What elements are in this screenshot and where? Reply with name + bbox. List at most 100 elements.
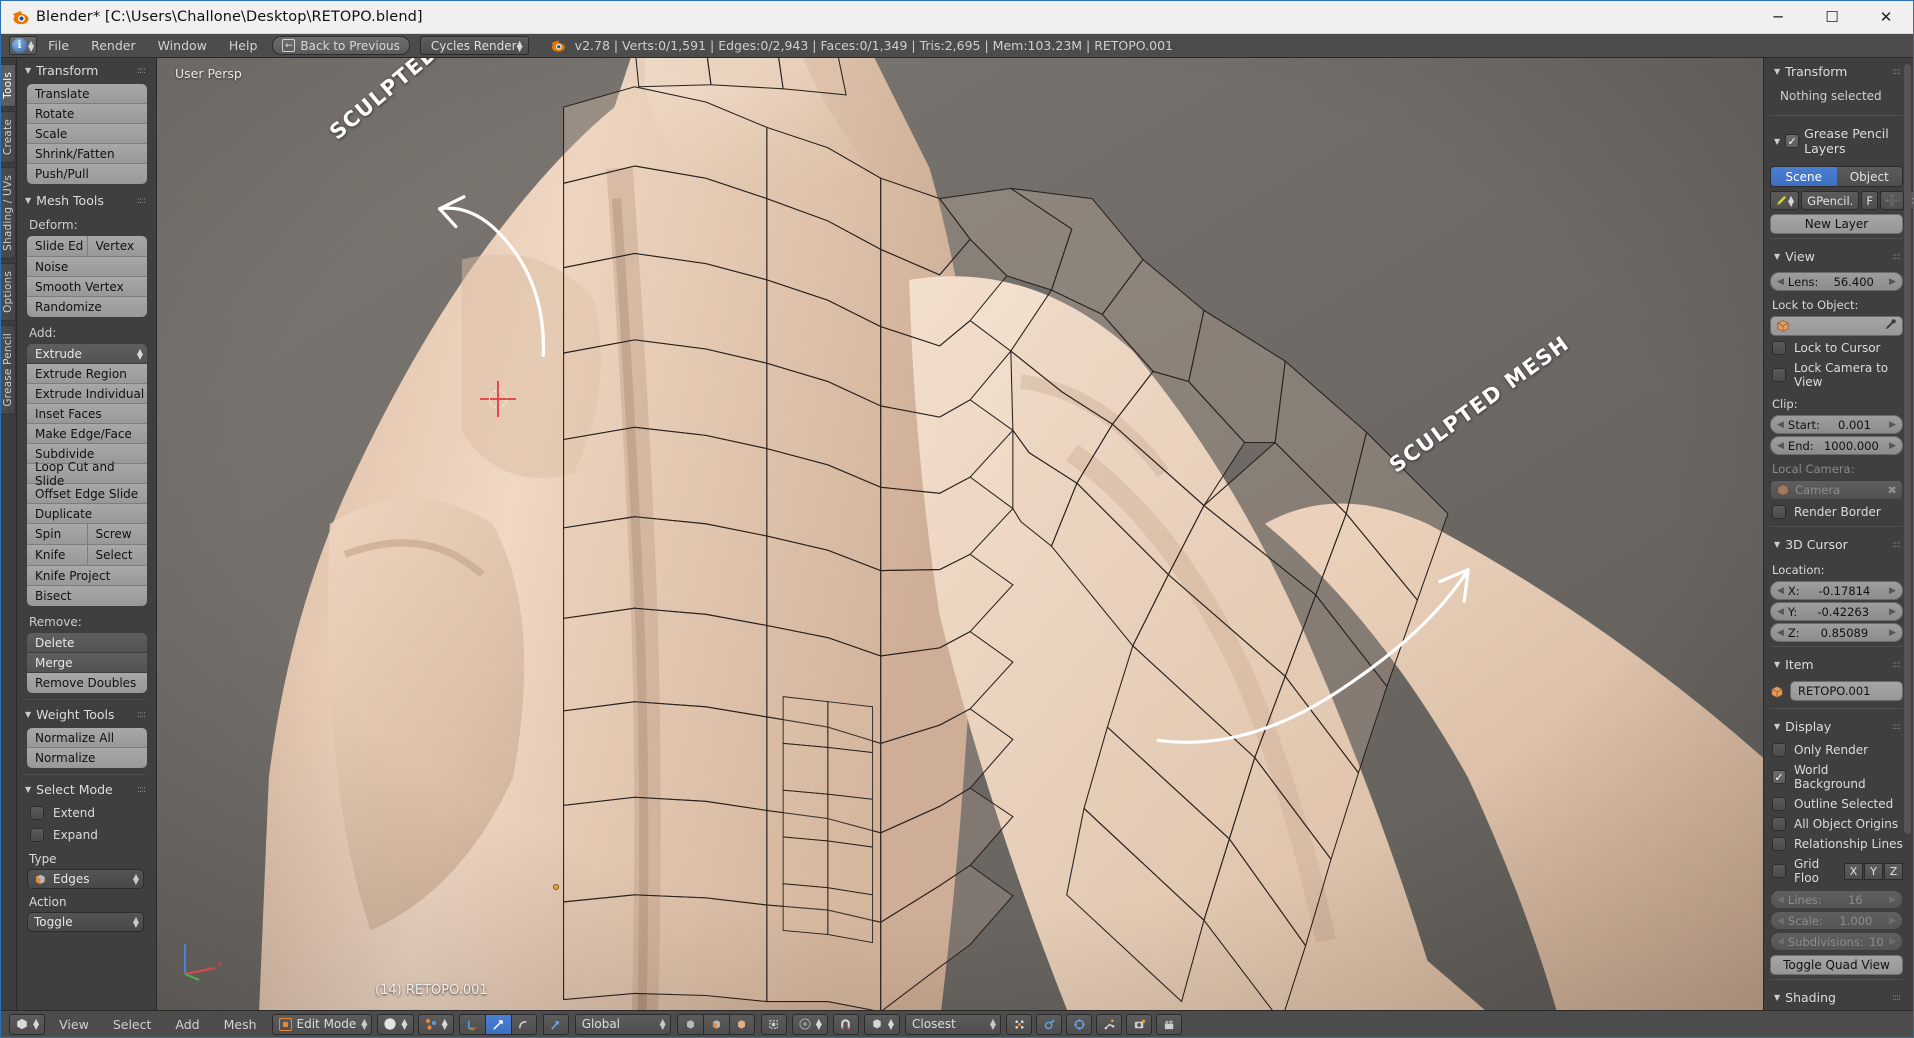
make-edge-face-button[interactable]: Make Edge/Face [27, 424, 147, 444]
pivot-point-icon[interactable] [1066, 1013, 1093, 1035]
expand-checkbox[interactable] [30, 828, 44, 842]
display-panel-header[interactable]: ▼ Display :::: [1770, 713, 1903, 740]
offset-edge-slide-button[interactable]: Offset Edge Slide [27, 484, 147, 504]
extrude-individual-button[interactable]: Extrude Individual [27, 384, 147, 404]
cursor-x-field[interactable]: ◀ X: -0.17814 ▶ [1770, 581, 1903, 600]
knife-button[interactable]: Knife [27, 545, 88, 565]
minimize-button[interactable]: ─ [1751, 1, 1805, 33]
screw-button[interactable]: Screw [87, 524, 147, 544]
lock-to-cursor-checkbox[interactable] [1772, 341, 1786, 355]
extend-checkbox[interactable] [30, 806, 44, 820]
grid-axis-y[interactable]: Y [1864, 862, 1883, 880]
outline-selected-row[interactable]: Outline Selected [1770, 794, 1903, 814]
snap-target-select[interactable]: Closest ▲ ▼ [905, 1013, 1002, 1035]
scale-button[interactable]: Scale [27, 124, 147, 144]
chevron-right-icon[interactable]: ▶ [1889, 895, 1896, 905]
view-panel-header[interactable]: ▼ View :::: [1770, 243, 1903, 270]
render-border-checkbox[interactable] [1772, 505, 1786, 519]
3d-viewport[interactable]: x SCULPTED MESH SCULPTED MESH User Persp… [157, 58, 1763, 1010]
tab-create[interactable]: Create [1, 110, 16, 163]
grid-scale-field[interactable]: ◀ Scale: 1.000 ▶ [1770, 911, 1903, 930]
chevron-left-icon[interactable]: ◀ [1777, 420, 1784, 430]
limit-selection-icon[interactable] [760, 1013, 787, 1035]
local-camera-field[interactable]: Camera ✖ [1770, 480, 1903, 500]
outline-selected-checkbox[interactable] [1772, 797, 1786, 811]
render-view-icon[interactable] [1126, 1013, 1153, 1035]
spin-button[interactable]: Spin [27, 524, 88, 544]
editor-type-selector[interactable]: i ▲ ▼ [9, 36, 38, 55]
menu-help[interactable]: Help [218, 34, 269, 58]
expand-checkbox-row[interactable]: Expand [17, 824, 152, 846]
chevron-right-icon[interactable]: ▶ [1889, 607, 1896, 617]
plus-icon[interactable]: ➕ [1879, 191, 1905, 210]
chevron-right-icon[interactable]: ▶ [1889, 586, 1896, 596]
knife-select-button[interactable]: Select [87, 545, 147, 565]
slide-edge-button[interactable]: Slide Ed [27, 236, 88, 256]
pivot-point-select[interactable]: ▲ ▼ [417, 1013, 454, 1035]
maximize-button[interactable]: ☐ [1805, 1, 1859, 33]
grid-axis-x[interactable]: X [1844, 862, 1863, 880]
chevron-left-icon[interactable]: ◀ [1777, 937, 1784, 947]
manipulator-toggle-icon[interactable] [542, 1013, 569, 1035]
translate-button[interactable]: Translate [27, 84, 147, 104]
viewport-menu-select[interactable]: Select [101, 1011, 164, 1037]
cursor3d-panel-header[interactable]: ▼ 3D Cursor :::: [1770, 531, 1903, 558]
tab-grease-pencil[interactable]: Grease Pencil [1, 324, 16, 415]
chevron-right-icon[interactable]: ▶ [1889, 628, 1896, 638]
toggle-quad-view-button[interactable]: Toggle Quad View [1770, 955, 1903, 975]
new-layer-button[interactable]: New Layer [1770, 214, 1903, 234]
grease-pencil-enable-checkbox[interactable]: ✓ [1785, 134, 1800, 148]
gp-browse-icon[interactable]: ▲ ▼ [1770, 191, 1800, 210]
snap-element-select[interactable]: ▲ ▼ [863, 1013, 901, 1035]
grid-lines-field[interactable]: ◀ Lines: 16 ▶ [1770, 890, 1903, 909]
clip-end-field[interactable]: ◀ End: 1000.000 ▶ [1770, 436, 1903, 455]
transform-panel-header[interactable]: ▼ Transform :::: [1770, 58, 1903, 85]
loop-cut-and-slide-button[interactable]: Loop Cut and Slide [27, 460, 147, 488]
chevron-left-icon[interactable]: ◀ [1777, 607, 1784, 617]
delete-dropdown[interactable]: Delete [27, 633, 147, 653]
vertex-slide-button[interactable]: Vertex [87, 236, 147, 256]
shading-panel-header[interactable]: ▼ Shading :::: [1770, 984, 1903, 1010]
chevron-left-icon[interactable]: ◀ [1777, 441, 1784, 451]
shrink-fatten-button[interactable]: Shrink/Fatten [27, 144, 147, 164]
grid-floor-row[interactable]: Grid Floo X Y Z [1770, 854, 1903, 888]
gp-scope-scene[interactable]: Scene [1771, 167, 1837, 186]
chevron-left-icon[interactable]: ◀ [1777, 277, 1784, 287]
edge-select-icon[interactable] [702, 1013, 729, 1035]
lock-camera-to-view-row[interactable]: Lock Camera to View [1770, 358, 1903, 392]
noise-button[interactable]: Noise [27, 257, 147, 277]
select-type-dropdown[interactable]: Edges ▲ ▼ [27, 869, 144, 889]
overlay-icon[interactable] [1036, 1013, 1063, 1035]
chevron-left-icon[interactable]: ◀ [1777, 895, 1784, 905]
extrude-region-button[interactable]: Extrude Region [27, 364, 147, 384]
menu-file[interactable]: File [37, 34, 80, 58]
tab-options[interactable]: Options [1, 262, 16, 321]
back-to-previous-button[interactable]: ← Back to Previous [272, 36, 410, 55]
eyedropper-icon[interactable] [1884, 318, 1897, 334]
gp-scope-object[interactable]: Object [1836, 167, 1902, 186]
tab-tools[interactable]: Tools [1, 64, 16, 107]
lock-camera-to-view-checkbox[interactable] [1772, 368, 1786, 382]
scale-manipulator-icon[interactable] [510, 1013, 537, 1035]
grid-subdivisions-field[interactable]: ◀ Subdivisions: 10 ▶ [1770, 932, 1903, 951]
chevron-right-icon[interactable]: ▶ [1889, 937, 1896, 947]
rotate-manipulator-icon[interactable] [484, 1013, 511, 1035]
cursor-z-field[interactable]: ◀ Z: 0.85089 ▶ [1770, 623, 1903, 642]
chevron-right-icon[interactable]: ▶ [1889, 420, 1896, 430]
randomize-button[interactable]: Randomize [27, 297, 147, 317]
normalize-all-button[interactable]: Normalize All [27, 728, 147, 748]
knife-project-button[interactable]: Knife Project [27, 566, 147, 586]
vertex-select-icon[interactable] [676, 1013, 703, 1035]
all-object-origins-checkbox[interactable] [1772, 817, 1786, 831]
render-border-row[interactable]: Render Border [1770, 502, 1903, 522]
auto-merge-icon[interactable] [1006, 1013, 1033, 1035]
only-render-checkbox[interactable] [1772, 743, 1786, 757]
inset-faces-button[interactable]: Inset Faces [27, 404, 147, 424]
chevron-right-icon[interactable]: ▶ [1889, 916, 1896, 926]
select-action-dropdown[interactable]: Toggle ▲ ▼ [27, 912, 144, 932]
rotate-button[interactable]: Rotate [27, 104, 147, 124]
grid-axis-z[interactable]: Z [1884, 862, 1903, 880]
lens-field[interactable]: ◀ Lens: 56.400 ▶ [1770, 272, 1903, 291]
chevron-left-icon[interactable]: ◀ [1777, 628, 1784, 638]
chevron-right-icon[interactable]: ▶ [1889, 441, 1896, 451]
